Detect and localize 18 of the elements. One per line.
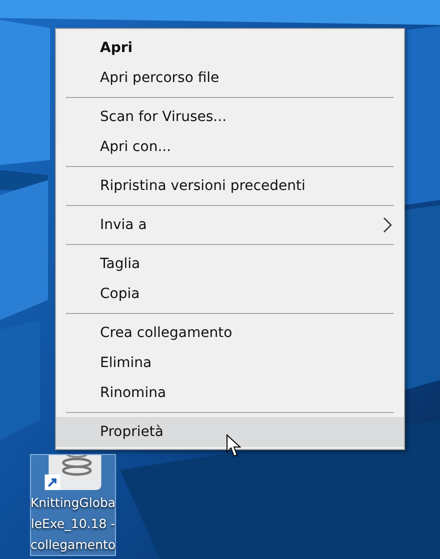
shortcut-label: KnittingGloba — [30, 494, 116, 512]
menu-item[interactable]: Ripristina versioni precedenti — [56, 171, 404, 201]
menu-item[interactable]: Invia a — [56, 210, 404, 240]
menu-item[interactable]: Copia — [56, 279, 404, 309]
menu-item[interactable]: Rinomina — [56, 378, 404, 408]
menu-item[interactable]: Crea collegamento — [56, 318, 404, 348]
chevron-icon — [383, 217, 392, 233]
menu-item[interactable]: Apri con... — [56, 132, 404, 162]
shortcut-label: leExe_10.18 - — [30, 515, 116, 533]
menu-item[interactable]: Apri — [56, 33, 404, 63]
menu-item[interactable]: Elimina — [56, 348, 404, 378]
menu-item[interactable]: Proprietà — [56, 417, 404, 447]
file-icon — [42, 455, 104, 492]
menu-item[interactable]: Taglia — [56, 249, 404, 279]
shortcut-label: collegamento — [30, 536, 116, 554]
cursor-icon — [226, 434, 242, 458]
menu-item[interactable]: Apri percorso file — [56, 63, 404, 93]
menu-item[interactable]: Scan for Viruses... — [56, 102, 404, 132]
